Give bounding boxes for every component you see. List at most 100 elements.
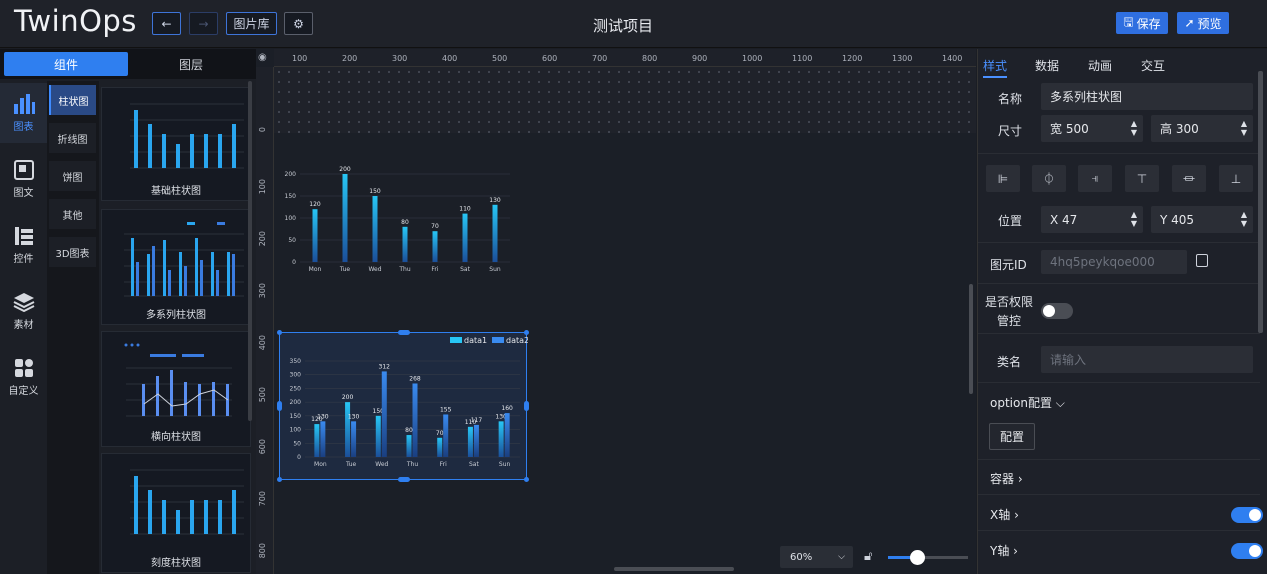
forward-button[interactable]: → (189, 12, 218, 35)
yaxis-section[interactable]: Y轴 › (990, 542, 1018, 559)
data-label: 130 (489, 197, 501, 204)
align-right-icon[interactable]: ⫣ (1078, 165, 1112, 192)
height-field[interactable]: 高 300 ▲ ▼ (1151, 115, 1253, 142)
save-button[interactable]: 🖫 保存 (1116, 12, 1168, 34)
rail-item-image-text[interactable]: 图文 (0, 149, 47, 209)
x-field[interactable]: X 47 ▲ ▼ (1041, 206, 1143, 233)
bar (432, 231, 438, 262)
width-field[interactable]: 宽 500 ▲ ▼ (1041, 115, 1143, 142)
canvas-hscroll[interactable] (614, 567, 734, 571)
option-config-section[interactable]: option配置 ⌵ (990, 394, 1065, 411)
resize-handle-tm[interactable] (398, 330, 410, 335)
resize-handle-tr[interactable] (524, 330, 529, 335)
rail-item-custom[interactable]: 自定义 (0, 347, 47, 407)
tab-style[interactable]: 样式 (983, 57, 1008, 78)
data-label: 130 (317, 413, 329, 420)
thumb-basic-bar[interactable]: 基础柱状图 (101, 87, 251, 201)
arrow-right-icon: → (198, 16, 209, 31)
resize-handle-bl[interactable] (277, 477, 282, 482)
settings-button[interactable]: ⚙ (284, 12, 313, 35)
ruler-tick-label: 300 (392, 54, 408, 63)
align-center-h-icon[interactable]: ⏀ (1032, 165, 1066, 192)
subnav-line[interactable]: 折线图 (49, 123, 96, 153)
ruler-tick-label: 400 (442, 54, 458, 63)
zoom-select[interactable]: 60% ⌵ (780, 546, 853, 568)
data-label: 150 (369, 188, 381, 195)
image-library-button[interactable]: 图片库 (226, 12, 277, 35)
subnav-other[interactable]: 其他 (49, 199, 96, 229)
canvas-area[interactable]: ◉ 100 200 300 400 500 600 700 800 900 1000 1100 120… (256, 49, 976, 574)
tab-animation[interactable]: 动画 (1088, 57, 1112, 74)
thumb-caption: 多系列柱状图 (146, 310, 206, 321)
rail-item-chart[interactable]: 图表 (0, 83, 47, 143)
zoom-slider-thumb[interactable] (910, 550, 925, 565)
lock-icon[interactable]: 🔓︎ (864, 549, 872, 564)
align-left-icon[interactable]: ⊫ (986, 165, 1020, 192)
chart-basic-bar[interactable]: 0 50 100 150 200 Mon 120 Tue 200 Wed 150 Thu 80 Fri 70… (278, 159, 518, 279)
name-field[interactable]: 多系列柱状图 (1041, 83, 1253, 110)
copy-icon[interactable] (1196, 254, 1208, 267)
right-panel: 样式 数据 动画 交互 名称 多系列柱状图 尺寸 宽 500 ▲ ▼ 高 300 ▲ ▼… (977, 49, 1267, 574)
subnav-bar[interactable]: 柱状图 (49, 85, 96, 115)
name-label: 名称 (998, 92, 1023, 106)
resize-handle-ml[interactable] (277, 401, 282, 411)
data-label: 155 (440, 406, 452, 413)
tab-interaction[interactable]: 交互 (1141, 57, 1165, 74)
subnav-3d[interactable]: 3D图表 (49, 237, 96, 267)
resize-handle-bm[interactable] (398, 477, 410, 482)
align-bottom-icon[interactable]: ⊥ (1219, 165, 1253, 192)
rail-item-control[interactable]: 控件 (0, 215, 47, 275)
bar (375, 415, 381, 457)
x-tick-label: Sun (499, 461, 511, 468)
class-input[interactable]: 请输入 (1041, 346, 1253, 373)
resize-handle-br[interactable] (524, 477, 529, 482)
height-stepper[interactable]: ▲ ▼ (1241, 119, 1247, 137)
chevron-right-icon: › (1013, 544, 1018, 558)
permission-toggle[interactable] (1041, 303, 1073, 319)
resize-handle-mr[interactable] (524, 401, 529, 411)
back-button[interactable]: ← (152, 12, 181, 35)
xaxis-toggle[interactable] (1231, 507, 1263, 523)
zoom-bar: 60% ⌵ 🔓︎ (780, 546, 970, 570)
rail-item-material[interactable]: 素材 (0, 281, 47, 341)
bar (406, 435, 412, 457)
ruler-tick-label: 500 (258, 387, 267, 403)
preview-button[interactable]: ➚ 预览 (1177, 12, 1229, 34)
thumb-horizontal-bar[interactable]: 横向柱状图 (101, 331, 251, 447)
right-scrollbar[interactable] (1258, 71, 1263, 333)
rail-label: 图文 (13, 187, 34, 199)
subnav-pie[interactable]: 饼图 (49, 161, 96, 191)
canvas-vscroll[interactable] (969, 284, 973, 394)
x-tick-label: Sat (460, 266, 470, 273)
x-tick-label: Sat (469, 461, 479, 468)
data-label: 80 (405, 427, 413, 434)
bar (381, 371, 387, 457)
x-tick-label: Tue (345, 461, 357, 468)
tab-components[interactable]: 组件 (4, 52, 128, 76)
tab-data[interactable]: 数据 (1035, 57, 1059, 74)
resize-handle-tl[interactable] (277, 330, 282, 335)
ruler-top: 100 200 300 400 500 600 700 800 900 1000 1100 1200 1… (274, 49, 976, 67)
selected-chart[interactable]: 0 50 100 150 200 250 300 350 Mon 120 130 Tue 200 130 W… (277, 330, 530, 482)
yaxis-toggle[interactable] (1231, 543, 1263, 559)
ruler-tick-label: 1000 (742, 54, 763, 63)
thumb-multi-bar[interactable]: 多系列柱状图 (101, 209, 251, 325)
left-scrollbar[interactable] (248, 81, 252, 421)
xaxis-section[interactable]: X轴 › (990, 506, 1019, 523)
width-stepper[interactable]: ▲ ▼ (1131, 119, 1137, 137)
y-stepper[interactable]: ▲ ▼ (1241, 210, 1247, 228)
align-top-icon[interactable]: ⊤ (1125, 165, 1159, 192)
container-section[interactable]: 容器 › (990, 470, 1023, 487)
thumb-scale-bar[interactable]: 刻度柱状图 (101, 453, 251, 573)
eye-icon[interactable]: ◉ (258, 52, 272, 64)
y-tick-label: 250 (290, 385, 302, 392)
tab-layers[interactable]: 图层 (130, 52, 252, 76)
zoom-slider[interactable] (888, 550, 968, 565)
zoom-value: 60% (790, 551, 813, 563)
x-stepper[interactable]: ▲ ▼ (1131, 210, 1137, 228)
config-button[interactable]: 配置 (989, 423, 1035, 450)
y-field[interactable]: Y 405 ▲ ▼ (1151, 206, 1253, 233)
permission-label-2: 管控 (997, 314, 1022, 328)
chart-multi-bar: 050100150200250300350Mon120130Tue200130W… (290, 336, 530, 468)
align-center-v-icon[interactable]: ⏛ (1172, 165, 1206, 192)
